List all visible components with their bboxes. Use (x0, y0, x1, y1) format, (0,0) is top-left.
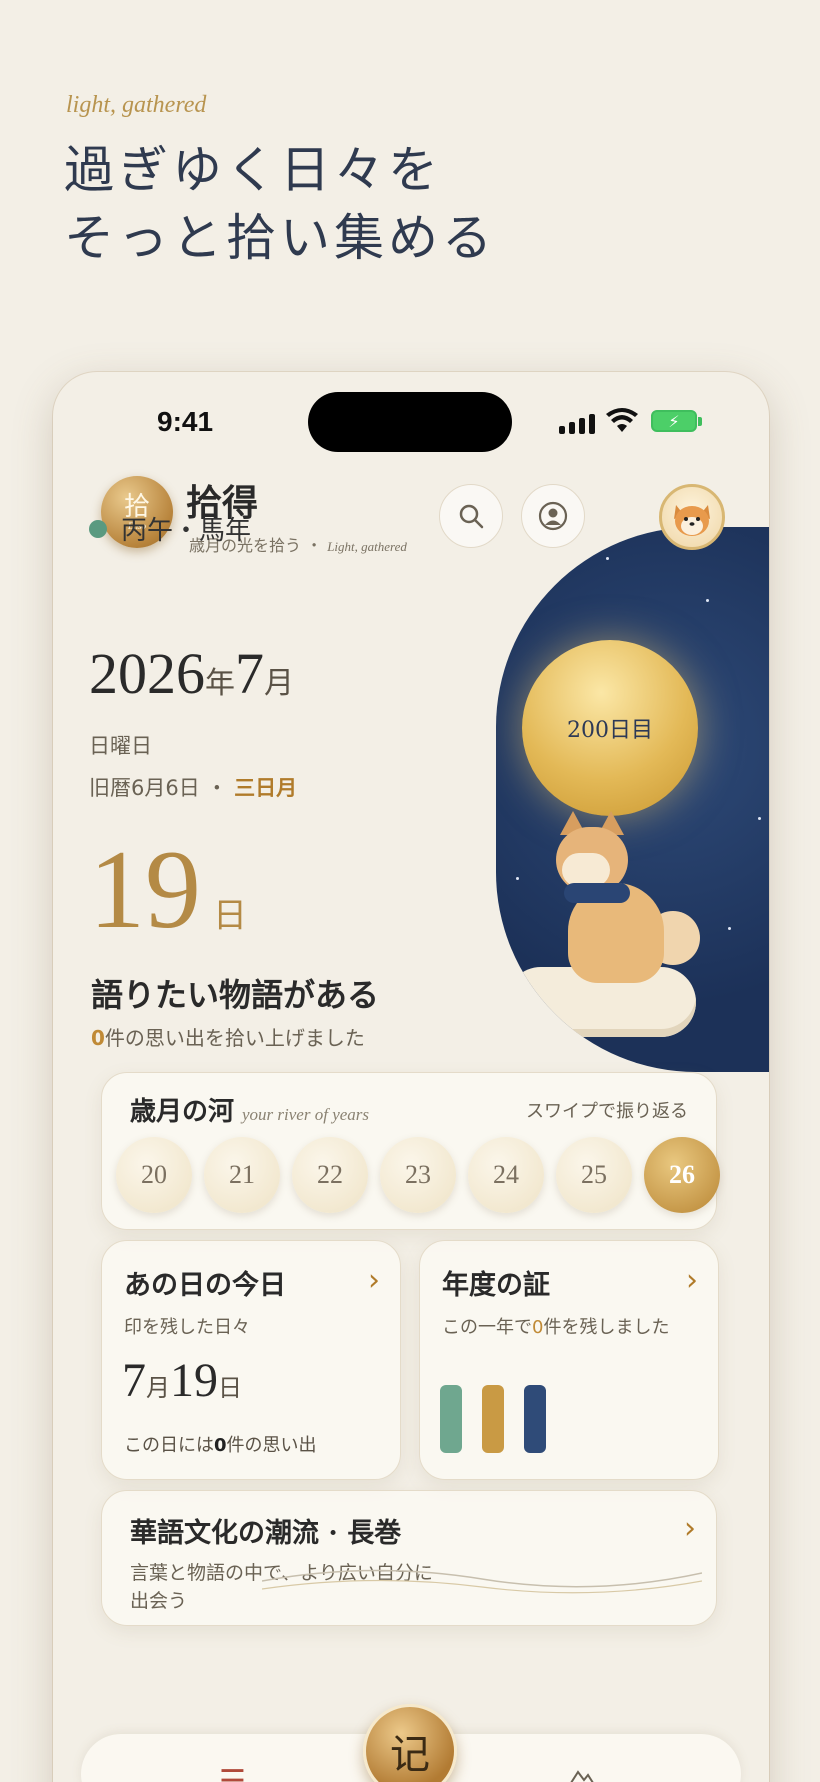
lunar-date: 旧暦6月6日 ・ 三日月 (89, 772, 297, 802)
shiba-avatar-icon (674, 505, 710, 536)
culture-title: 華語文化の潮流 · 長巻 (130, 1518, 402, 1549)
river-title-en: your river of years (242, 1105, 370, 1124)
story-subtitle: 0件の思い出を拾い上げました (91, 1022, 365, 1051)
moon-label: 200日目 (567, 718, 653, 743)
profile-button[interactable] (521, 484, 585, 548)
wave-decoration (262, 1569, 702, 1594)
status-dot (89, 519, 107, 538)
phone-frame: 9:41 ⚡ 拾 Enso 拾得 歳月の光を拾う ・ Light, gather… (53, 372, 769, 1782)
hero-title: 過ぎゆく日々を そっと拾い集める (64, 136, 496, 272)
year-bar-blue (524, 1385, 546, 1453)
night-sky-panel: 200日目 (496, 527, 769, 1072)
month-value: 7 (235, 641, 264, 706)
day-value: 19 (89, 828, 201, 952)
river-title: 歳月の河 your river of years (130, 1091, 369, 1128)
lunar-date-text: 旧暦6月6日 ・ (89, 776, 228, 800)
memory-count: 0 (91, 1026, 105, 1050)
day-bubble[interactable]: 25 (556, 1137, 632, 1213)
hero-title-line1: 過ぎゆく日々を (64, 141, 442, 199)
dog-scarf (564, 883, 630, 903)
hero-title-line2: そっと拾い集める (64, 209, 496, 267)
app-subtitle-en: Light, gathered (327, 539, 407, 554)
day-bubble[interactable]: 21 (204, 1137, 280, 1213)
search-icon (459, 504, 484, 529)
day-unit: 日 (213, 898, 247, 935)
culture-scroll-card[interactable]: 華語文化の潮流 · 長巻 › 言葉と物語の中で、より広い自分に 出会う (101, 1490, 717, 1626)
profile-icon (538, 501, 568, 531)
battery-charging-icon: ⚡ (651, 410, 697, 432)
zodiac-label: 丙午・馬年 (121, 516, 252, 546)
year-proof-card[interactable]: 年度の証 › この一年で0件を残しました (419, 1240, 719, 1480)
month-unit: 月 (264, 667, 294, 700)
yp-sub-prefix: この一年で (442, 1317, 532, 1338)
year-unit: 年 (205, 667, 235, 700)
chevron-right-icon: › (684, 1511, 696, 1546)
year-value: 2026 (89, 641, 205, 706)
day-bubble-row[interactable]: 20 21 22 23 24 25 26 (116, 1137, 720, 1213)
on-this-day-card[interactable]: あの日の今日 › 印を残した日々 7月19日 この日には0件の思い出 (101, 1240, 401, 1480)
year-bar-green (440, 1385, 462, 1453)
year-proof-title: 年度の証 (442, 1270, 550, 1301)
record-label: 记 (390, 1732, 430, 1778)
zodiac-year: 丙午・馬年 (89, 510, 251, 547)
chevron-right-icon: › (686, 1263, 698, 1298)
day-bubble[interactable]: 23 (380, 1137, 456, 1213)
otd-day: 19 (170, 1354, 218, 1407)
battery-tip (698, 417, 702, 426)
otd-foot-count: 0 (214, 1435, 227, 1456)
otd-foot-suffix: 件の思い出 (226, 1435, 317, 1456)
day-bubble[interactable]: 20 (116, 1137, 192, 1213)
record-button[interactable]: 记 (363, 1704, 457, 1782)
year-month: 2026年7月 (89, 640, 294, 707)
on-this-day-subtitle: 印を残した日々 (124, 1317, 250, 1338)
river-swipe-hint: スワイプで振り返る (526, 1101, 688, 1122)
dog-face (562, 853, 610, 887)
year-bar-gold (482, 1385, 504, 1453)
moon-phase: 三日月 (234, 776, 298, 800)
menu-icon[interactable]: ☰ (219, 1764, 246, 1782)
mountain-icon[interactable] (567, 1768, 597, 1782)
day-bubble-selected[interactable]: 26 (644, 1137, 720, 1213)
on-this-day-footer: この日には0件の思い出 (124, 1431, 317, 1457)
cellular-signal-icon (559, 414, 595, 434)
yp-sub-count: 0 (532, 1317, 544, 1338)
hero-tagline: light, gathered (66, 92, 207, 118)
river-title-jp: 歳月の河 (130, 1097, 235, 1127)
on-this-day-title: あの日の今日 (124, 1270, 286, 1301)
chevron-right-icon: › (368, 1263, 380, 1298)
river-of-years-card[interactable]: 歳月の河 your river of years スワイプで振り返る 20 21 … (101, 1072, 720, 1230)
story-title: 語りたい物語がある (91, 976, 380, 1014)
day-bubble[interactable]: 22 (292, 1137, 368, 1213)
dynamic-island (308, 392, 512, 452)
wifi-icon (606, 408, 638, 432)
otd-day-unit: 日 (218, 1376, 242, 1402)
weekday: 日曜日 (89, 734, 152, 758)
yp-sub-suffix: 件を残しました (543, 1317, 670, 1338)
on-this-day-date: 7月19日 (122, 1353, 242, 1408)
shiba-avatar[interactable] (659, 484, 725, 550)
story-suffix: 件の思い出を拾い上げました (104, 1026, 365, 1050)
day-bubble[interactable]: 24 (468, 1137, 544, 1213)
year-proof-subtitle: この一年で0件を残しました (442, 1313, 669, 1339)
moon-badge[interactable]: 200日目 (522, 640, 698, 816)
otd-month-unit: 月 (146, 1376, 170, 1402)
day-number: 19 日 (89, 826, 247, 955)
status-time: 9:41 (157, 406, 214, 437)
otd-foot-prefix: この日には (124, 1435, 214, 1456)
otd-month: 7 (122, 1354, 146, 1407)
search-button[interactable] (439, 484, 503, 548)
